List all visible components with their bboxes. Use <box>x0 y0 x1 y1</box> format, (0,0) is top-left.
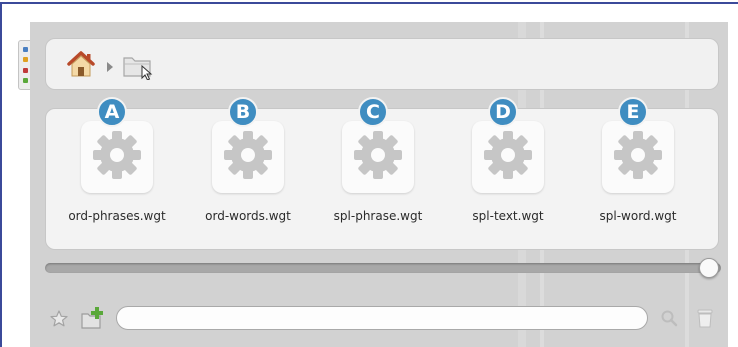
widget-tile[interactable] <box>602 121 674 193</box>
widget-tile[interactable] <box>81 121 153 193</box>
search-input[interactable] <box>116 306 648 330</box>
star-icon[interactable] <box>49 309 69 333</box>
palette-swatch-red <box>22 67 28 73</box>
file-grid: A ord-phrases.wgt B ord-words.wgt C spl-… <box>45 97 719 250</box>
item-badge: D <box>488 97 518 127</box>
breadcrumb <box>45 38 719 90</box>
zoom-slider-track[interactable] <box>45 263 721 273</box>
gear-icon <box>89 127 145 187</box>
zoom-slider-handle[interactable] <box>699 258 719 278</box>
file-name: ord-words.wgt <box>205 209 291 223</box>
gear-icon <box>610 127 666 187</box>
file-item[interactable]: D spl-text.wgt <box>444 97 572 249</box>
gear-icon <box>350 127 406 187</box>
palette-swatch-blue <box>22 46 28 52</box>
palette-swatch-green <box>22 78 28 84</box>
palette-swatch-orange <box>22 57 28 63</box>
new-folder-icon[interactable] <box>80 304 106 334</box>
item-badge: C <box>358 97 388 127</box>
search-icon[interactable] <box>660 309 678 331</box>
item-badge: E <box>618 97 648 127</box>
file-name: spl-phrase.wgt <box>333 209 423 223</box>
trash-icon[interactable] <box>696 307 714 333</box>
gear-icon <box>220 127 276 187</box>
widget-tile[interactable] <box>472 121 544 193</box>
window-border-top <box>0 2 738 4</box>
breadcrumb-separator-icon <box>106 58 114 77</box>
file-item[interactable]: B ord-words.wgt <box>184 97 312 249</box>
file-name: spl-text.wgt <box>472 209 544 223</box>
item-badge: A <box>97 97 127 127</box>
folder-icon[interactable] <box>122 52 156 84</box>
window-border-left <box>0 2 2 347</box>
item-badge: B <box>228 97 258 127</box>
file-item[interactable]: A ord-phrases.wgt <box>53 97 181 249</box>
gear-icon <box>480 127 536 187</box>
home-icon[interactable] <box>66 50 96 82</box>
widget-tile[interactable] <box>342 121 414 193</box>
file-item[interactable]: E spl-word.wgt <box>574 97 702 249</box>
file-item[interactable]: C spl-phrase.wgt <box>314 97 442 249</box>
widget-tile[interactable] <box>212 121 284 193</box>
file-name: ord-phrases.wgt <box>68 209 166 223</box>
file-name: spl-word.wgt <box>599 209 677 223</box>
